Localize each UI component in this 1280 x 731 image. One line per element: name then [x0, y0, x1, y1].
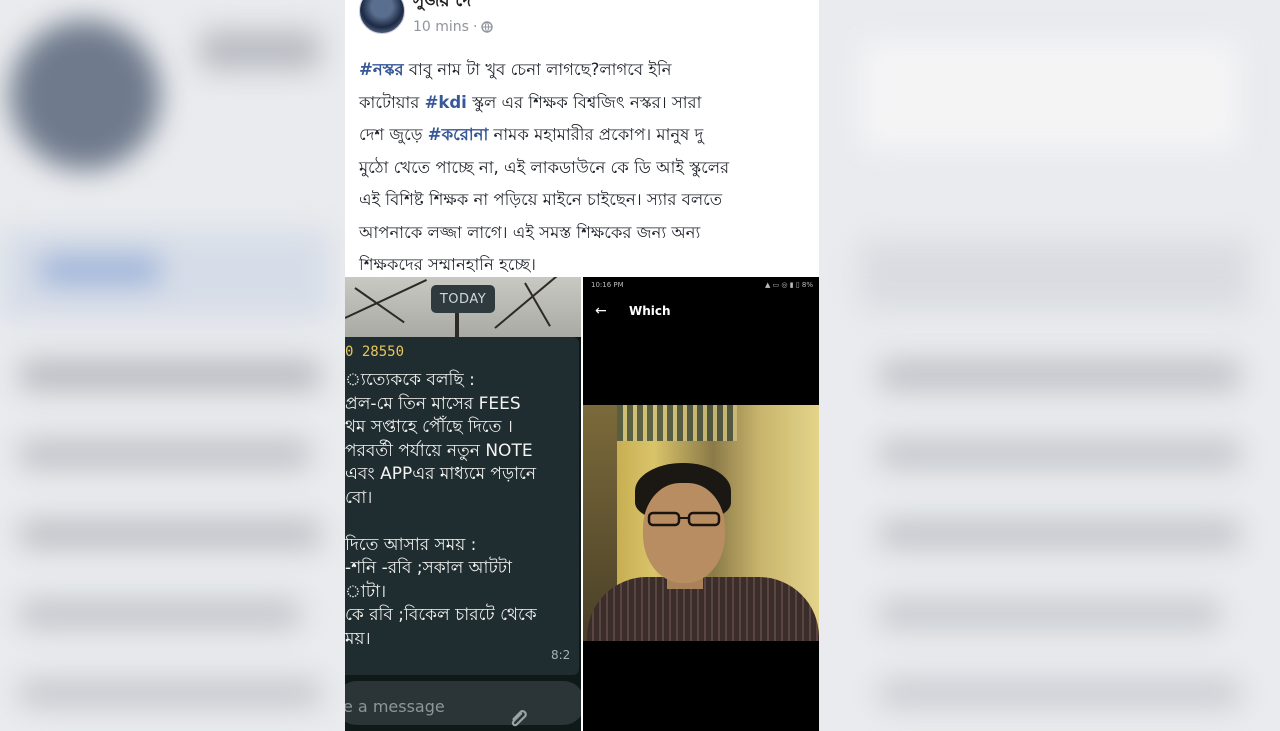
post-text-line: এই বিশিষ্ট শিক্ষক না পড়িয়ে মাইনে চাইছে…: [359, 184, 809, 217]
chat-message-line: [345, 510, 581, 534]
post-photo-chat-screenshot[interactable]: TODAY 0 28550 ্যত্যেককে বলছি : প্রল-মে তি…: [345, 277, 581, 731]
post-text-line: #নস্কর বাবু নাম টা খুব চেনা লাগছে?লাগবে …: [359, 54, 809, 87]
post-text-segment: স্কুল এর শিক্ষক বিশ্বজিৎ নস্কর। সারা: [466, 92, 702, 112]
chat-message-line: কে রবি ;বিকেল চারটে থেকে: [345, 605, 537, 625]
sender-phone: 0 28550: [345, 344, 405, 360]
message-input[interactable]: e a message: [345, 681, 581, 727]
post-text-segment: এই বিশিষ্ট শিক্ষক না পড়িয়ে মাইনে চাইছে…: [359, 190, 723, 209]
post-text-line: দেশ জুড়ে #করোনা নামক মহামারীর প্রকোপ। ম…: [359, 119, 809, 152]
chat-message-line: প্রল-মে তিন মাসের FEES: [345, 393, 521, 414]
chat-message-line: ময়।: [345, 628, 371, 649]
facebook-post: সুজয় দে 10 mins · #নস্কর বাবু নাম টা খু…: [345, 0, 819, 731]
author-avatar[interactable]: [359, 0, 405, 34]
profile-photo: [583, 405, 819, 641]
contact-title: Which: [629, 304, 671, 318]
post-text-line: আপনাকে লজ্জা লাগে। এই সমস্ত শিক্ষকের জন্…: [359, 217, 809, 250]
background-sign: [617, 405, 737, 441]
post-text-line: কাটোয়ার #kdi স্কুল এর শিক্ষক বিশ্বজিৎ ন…: [359, 87, 809, 120]
meta-separator: ·: [472, 19, 478, 35]
date-chip: TODAY: [431, 285, 495, 313]
author-name[interactable]: সুজয় দে: [413, 0, 471, 16]
post-time[interactable]: 10 mins: [413, 19, 469, 35]
chat-message-line: পরবর্তী পর্যায়ে নতুন NOTE: [345, 440, 533, 461]
post-header: সুজয় দে 10 mins ·: [345, 0, 819, 44]
hashtag-link[interactable]: #kdi: [425, 93, 467, 112]
status-bar-icons: ▲ ▭ ◎ ▮ ▯ 8%: [764, 281, 813, 289]
shirt: [587, 577, 819, 641]
glasses: [647, 511, 721, 527]
chat-message-line: দিতে আসার সময় :: [345, 534, 477, 555]
post-photo-profile-screenshot[interactable]: 10:16 PM ▲ ▭ ◎ ▮ ▯ 8% ← Which: [583, 277, 819, 731]
globe-icon[interactable]: [481, 21, 494, 33]
chat-message-line: াটা।: [345, 581, 387, 602]
post-text-segment: দেশ জুড়ে: [359, 125, 428, 144]
post-meta: 10 mins ·: [413, 19, 494, 35]
chat-message-text: ্যত্যেককে বলছি : প্রল-মে তিন মাসের FEES থম…: [345, 369, 581, 651]
paperclip-icon[interactable]: [507, 705, 533, 731]
post-text-segment: কাটোয়ার: [359, 92, 425, 112]
post-text-segment: নামক মহামারীর প্রকোপ। মানুষ দু: [488, 125, 704, 144]
post-text-line: মুঠো খেতে পাচ্ছে না, এই লাকডাউনে কে ডি আ…: [359, 152, 809, 185]
chat-message-line: বো।: [345, 487, 373, 508]
face: [643, 483, 725, 583]
post-body-text: #নস্কর বাবু নাম টা খুব চেনা লাগছে?লাগবে …: [359, 54, 809, 282]
message-input-placeholder: e a message: [345, 697, 445, 716]
chat-message-line: থম সপ্তাহে পৌঁছে দিতে ।: [345, 417, 513, 437]
back-arrow-icon[interactable]: ←: [595, 303, 607, 319]
post-text-segment: আপনাকে লজ্জা লাগে। এই সমস্ত শিক্ষকের জন্…: [359, 222, 701, 242]
post-text-segment: শিক্ষকদের সম্মানহানি হচ্ছে।: [359, 255, 536, 274]
post-text-segment: বাবু নাম টা খুব চেনা লাগছে?লাগবে ইনি: [403, 60, 672, 79]
hashtag-link[interactable]: #করোনা: [428, 125, 489, 144]
chat-message-line: -শনি -রবি ;সকাল আটটা: [345, 558, 512, 578]
hashtag-link[interactable]: #নস্কর: [359, 60, 404, 79]
chat-message-line: এবং APPএর মাধ্যমে পড়ানে: [345, 464, 537, 484]
post-text-segment: মুঠো খেতে পাচ্ছে না, এই লাকডাউনে কে ডি আ…: [359, 157, 730, 177]
message-time: 8:2: [551, 648, 571, 662]
status-bar-time: 10:16 PM: [591, 281, 624, 289]
chat-wallpaper: TODAY: [345, 277, 581, 337]
chat-message-line: ্যত্যেককে বলছি :: [345, 370, 475, 390]
